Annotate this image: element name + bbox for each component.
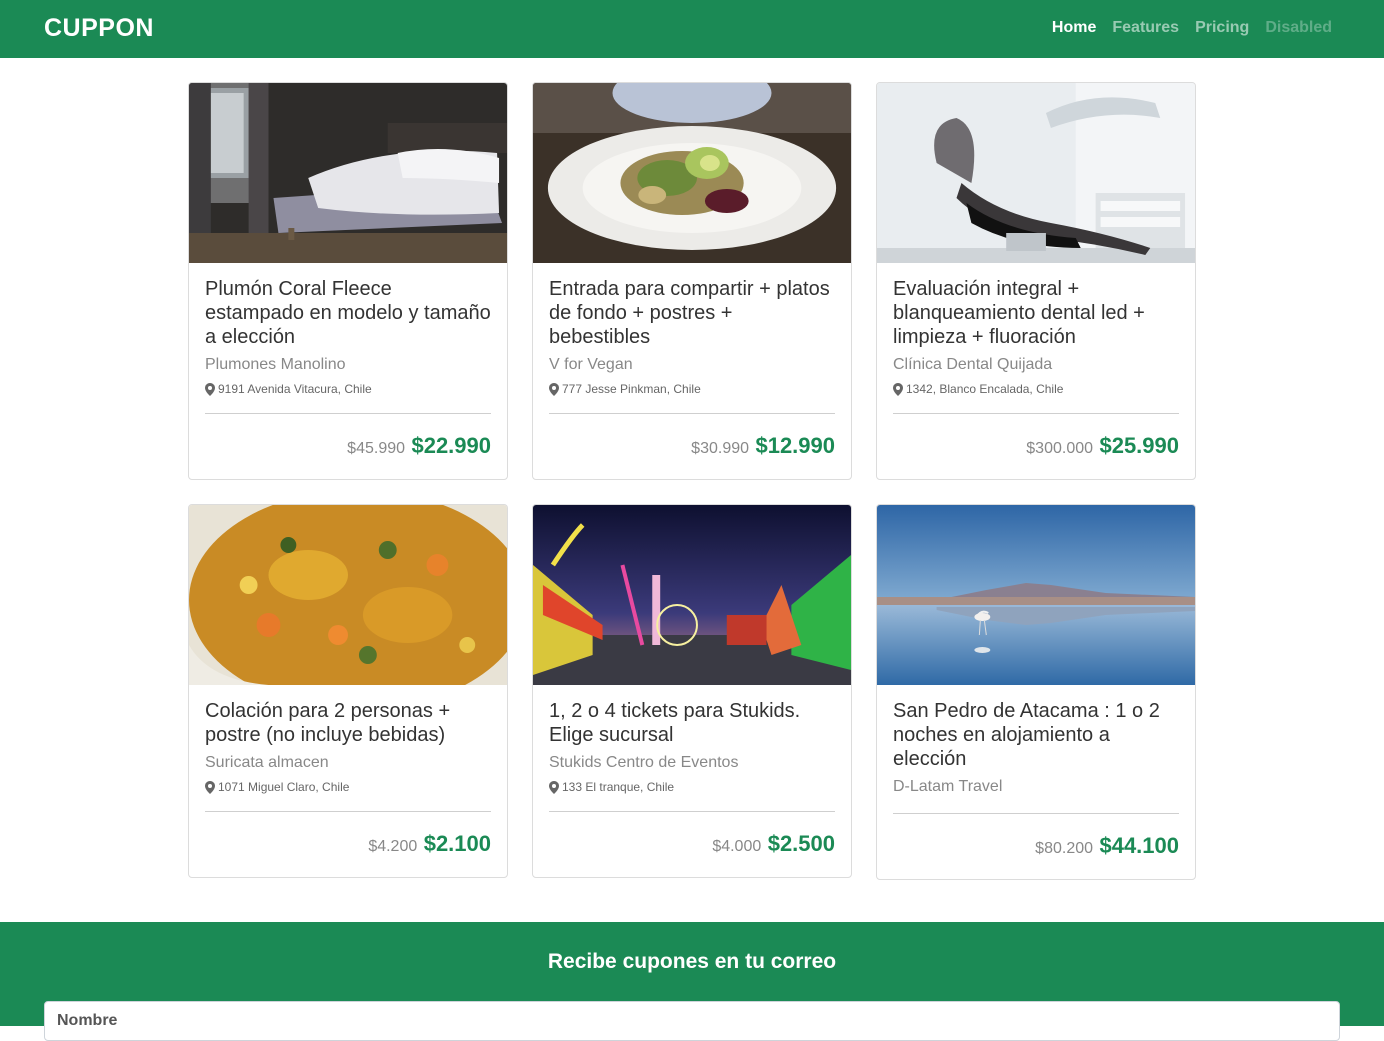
- price-row: $300.000 $25.990: [893, 432, 1179, 463]
- nav-links: Home Features Pricing Disabled: [1052, 19, 1332, 37]
- deal-body: Evaluación integral + blanqueamiento den…: [877, 263, 1195, 479]
- nav-link-disabled: Disabled: [1265, 19, 1332, 36]
- deal-address-text: 777 Jesse Pinkman, Chile: [562, 382, 701, 396]
- nav-link-features[interactable]: Features: [1112, 19, 1179, 37]
- deal-address: 9191 Avenida Vitacura, Chile: [205, 381, 491, 397]
- old-price: $45.990: [347, 440, 406, 457]
- deal-card[interactable]: Colación para 2 personas + postre (no in…: [188, 504, 508, 878]
- newsletter-title: Recibe cupones en tu correo: [547, 950, 837, 973]
- divider: [205, 811, 491, 812]
- divider: [205, 413, 491, 414]
- deal-address: 777 Jesse Pinkman, Chile: [549, 381, 835, 397]
- deal-address: 1342, Blanco Encalada, Chile: [893, 381, 1179, 397]
- old-price: $80.200: [1035, 840, 1094, 857]
- divider: [893, 813, 1179, 814]
- deal-body: Colación para 2 personas + postre (no in…: [189, 685, 507, 877]
- new-price: $2.100: [423, 831, 491, 856]
- price-row: $4.200 $2.100: [205, 830, 491, 861]
- deal-title[interactable]: Evaluación integral + blanqueamiento den…: [893, 277, 1179, 349]
- newsletter-section: Recibe cupones en tu correo: [0, 922, 1384, 1041]
- new-price: $22.990: [411, 433, 491, 458]
- new-price: $44.100: [1099, 833, 1179, 858]
- new-price: $2.500: [767, 831, 835, 856]
- new-price: $12.990: [755, 433, 835, 458]
- deal-address-text: 133 El tranque, Chile: [562, 780, 675, 794]
- deal-image-bedroom[interactable]: [189, 83, 507, 263]
- brand-logo[interactable]: CUPPON: [44, 14, 154, 43]
- deal-address-text: 9191 Avenida Vitacura, Chile: [218, 382, 372, 396]
- deal-merchant: V for Vegan: [549, 356, 633, 373]
- price-row: $4.000 $2.500: [549, 830, 835, 861]
- deal-card[interactable]: Entrada para compartir + platos de fondo…: [532, 82, 852, 480]
- deal-card[interactable]: Evaluación integral + blanqueamiento den…: [876, 82, 1196, 480]
- nav-link-home[interactable]: Home: [1052, 19, 1096, 37]
- deal-address-text: 1071 Miguel Claro, Chile: [218, 780, 350, 794]
- deal-card[interactable]: 1, 2 o 4 tickets para Stukids. Elige suc…: [532, 504, 852, 878]
- name-input[interactable]: [44, 1001, 1340, 1041]
- deal-body: Plumón Coral Fleece estampado en modelo …: [189, 263, 507, 479]
- deal-title[interactable]: San Pedro de Atacama : 1 o 2 noches en a…: [893, 699, 1179, 771]
- deal-merchant: Clínica Dental Quijada: [893, 356, 1053, 373]
- map-pin-icon: [205, 780, 215, 794]
- deal-merchant: Plumones Manolino: [205, 356, 346, 373]
- price-row: $45.990 $22.990: [205, 432, 491, 463]
- deal-image-dental[interactable]: [877, 83, 1195, 263]
- deal-title[interactable]: 1, 2 o 4 tickets para Stukids. Elige suc…: [549, 699, 835, 747]
- old-price: $4.000: [712, 838, 762, 855]
- deal-body: Entrada para compartir + platos de fondo…: [533, 263, 851, 479]
- deal-body: 1, 2 o 4 tickets para Stukids. Elige suc…: [533, 685, 851, 877]
- map-pin-icon: [893, 382, 903, 396]
- deal-merchant: Stukids Centro de Eventos: [549, 754, 739, 771]
- deal-image-atacama[interactable]: [877, 505, 1195, 685]
- deal-image-food[interactable]: [189, 505, 507, 685]
- divider: [549, 413, 835, 414]
- deal-card[interactable]: San Pedro de Atacama : 1 o 2 noches en a…: [876, 504, 1196, 880]
- deal-merchant: Suricata almacen: [205, 754, 329, 771]
- price-row: $80.200 $44.100: [893, 832, 1179, 863]
- navbar: CUPPON Home Features Pricing Disabled: [0, 0, 1384, 58]
- map-pin-icon: [549, 780, 559, 794]
- deal-image-salad[interactable]: [533, 83, 851, 263]
- deal-card[interactable]: Plumón Coral Fleece estampado en modelo …: [188, 82, 508, 480]
- deal-address: 1071 Miguel Claro, Chile: [205, 779, 491, 795]
- divider: [549, 811, 835, 812]
- divider: [893, 413, 1179, 414]
- new-price: $25.990: [1099, 433, 1179, 458]
- deal-title[interactable]: Entrada para compartir + platos de fondo…: [549, 277, 835, 349]
- deal-title[interactable]: Plumón Coral Fleece estampado en modelo …: [205, 277, 491, 349]
- price-row: $30.990 $12.990: [549, 432, 835, 463]
- old-price: $4.200: [368, 838, 418, 855]
- deal-address-text: 1342, Blanco Encalada, Chile: [906, 382, 1064, 396]
- map-pin-icon: [205, 382, 215, 396]
- deal-address: 133 El tranque, Chile: [549, 779, 835, 795]
- nav-link-pricing[interactable]: Pricing: [1195, 19, 1249, 37]
- map-pin-icon: [549, 382, 559, 396]
- deals-grid: Plumón Coral Fleece estampado en modelo …: [188, 82, 1196, 880]
- deal-merchant: D-Latam Travel: [893, 778, 1003, 795]
- deal-title[interactable]: Colación para 2 personas + postre (no in…: [205, 699, 491, 747]
- deal-image-fair[interactable]: [533, 505, 851, 685]
- old-price: $30.990: [691, 440, 750, 457]
- old-price: $300.000: [1026, 440, 1094, 457]
- deal-body: San Pedro de Atacama : 1 o 2 noches en a…: [877, 685, 1195, 879]
